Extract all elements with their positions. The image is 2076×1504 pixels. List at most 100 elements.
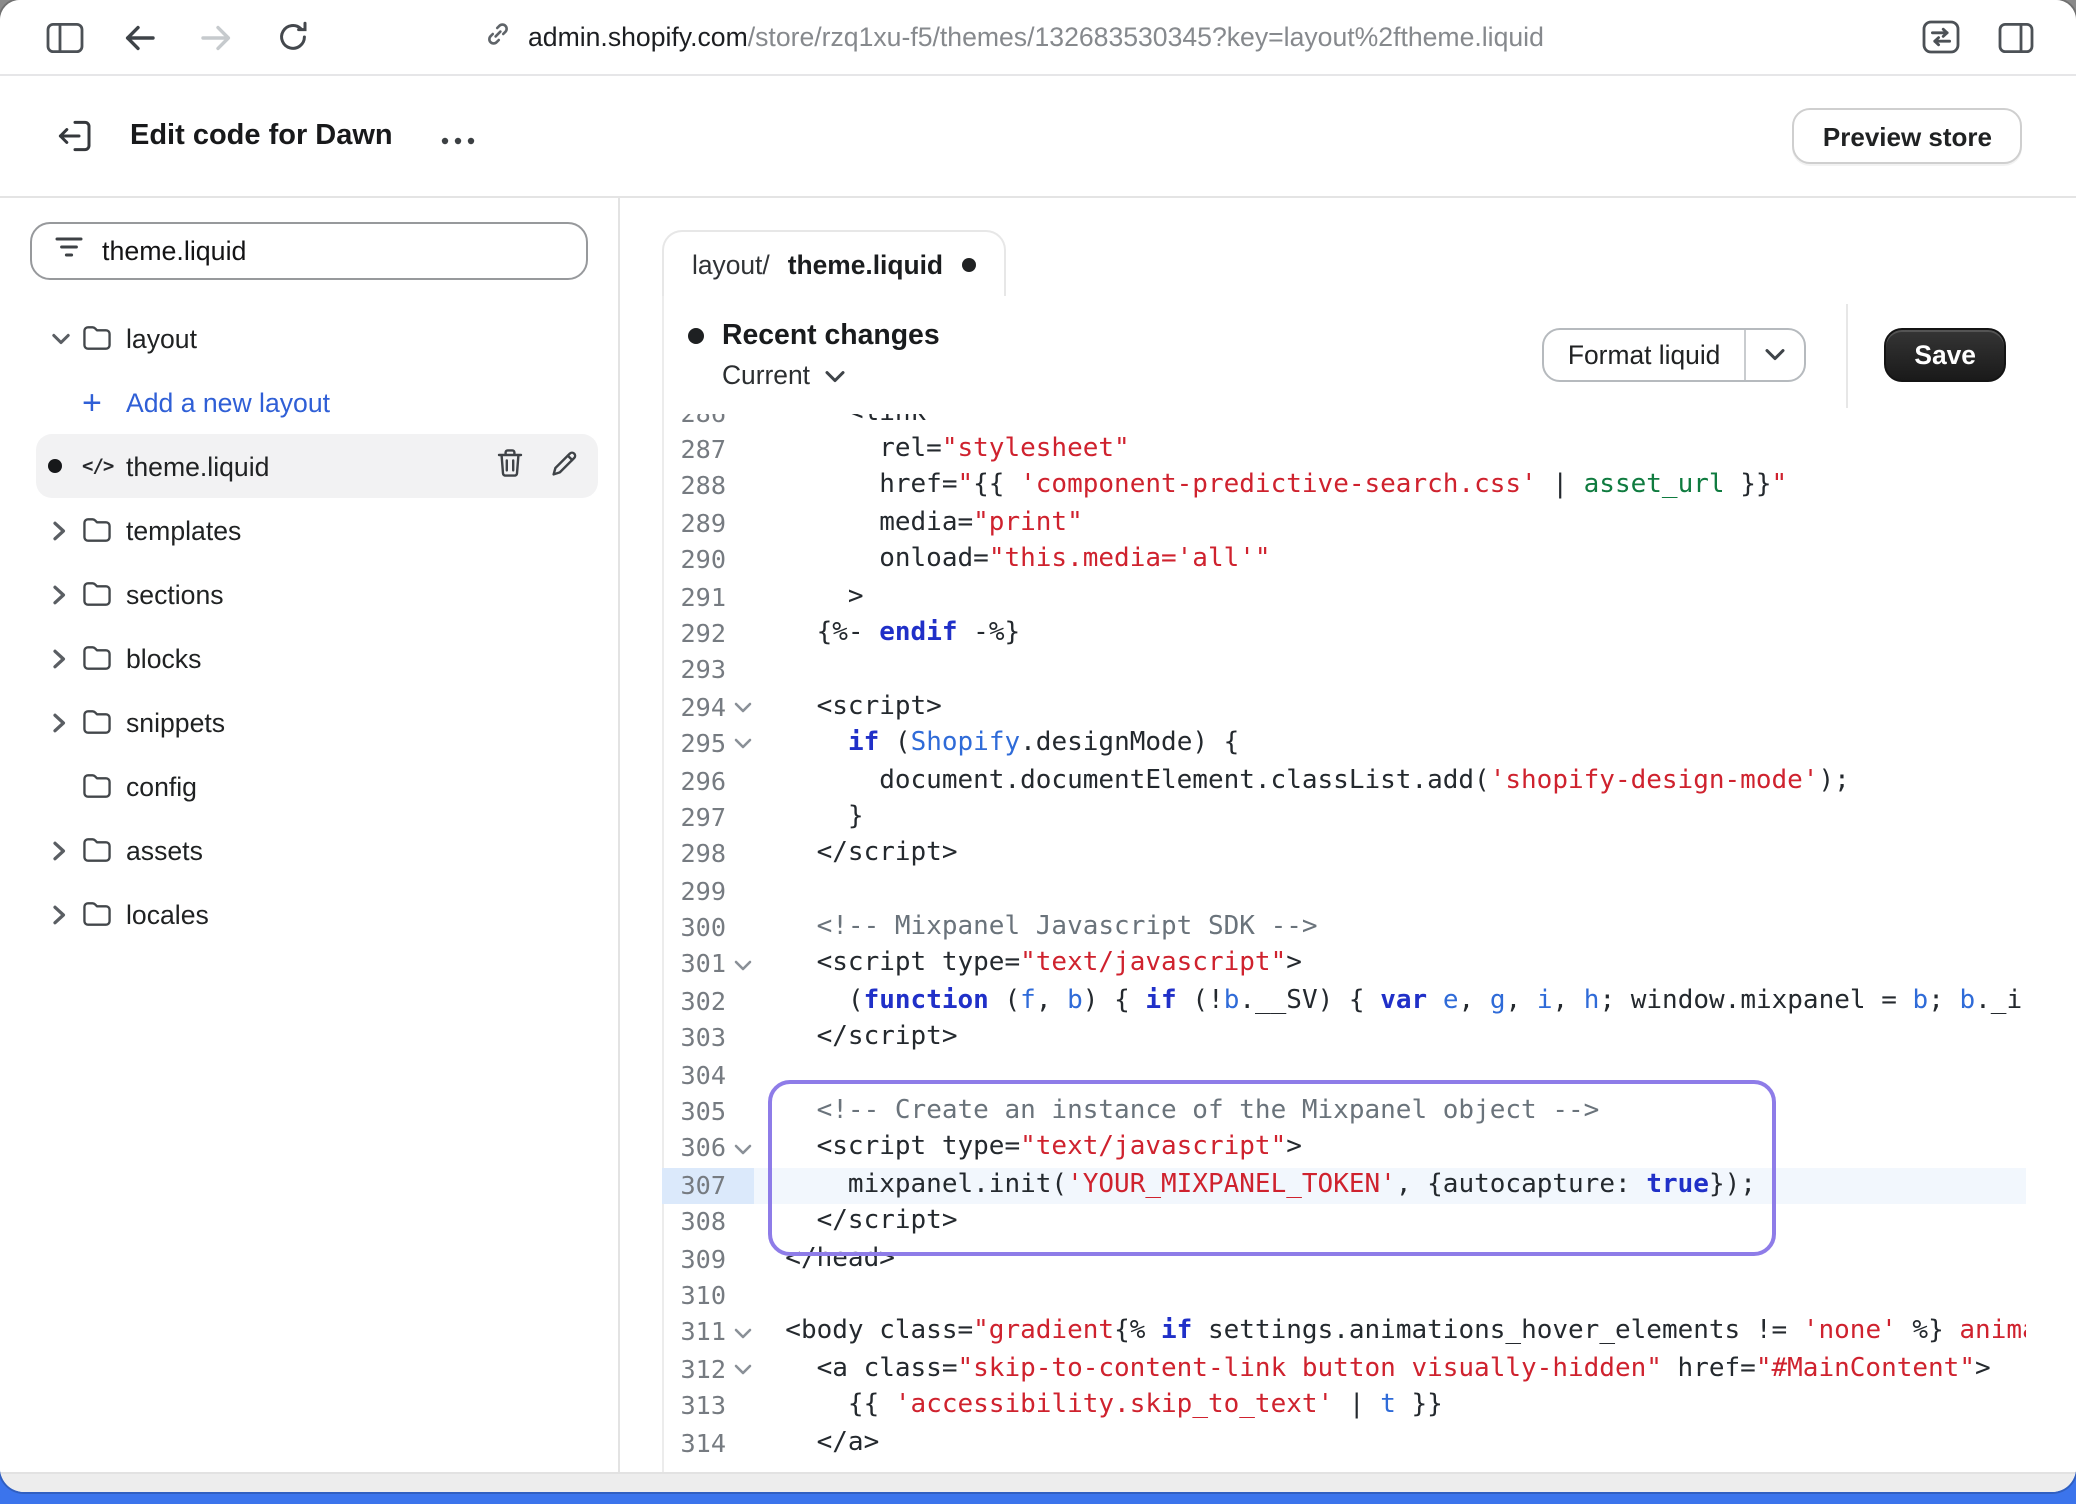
chevron-right-icon[interactable] xyxy=(50,711,82,733)
code-line-308[interactable]: 308 </script> xyxy=(662,1204,2026,1241)
save-button[interactable]: Save xyxy=(1884,328,2006,382)
fold-chevron-icon[interactable] xyxy=(730,726,754,763)
code-line-289[interactable]: 289 media="print" xyxy=(662,506,2026,543)
format-liquid-label: Format liquid xyxy=(1544,340,1744,370)
rename-file-icon[interactable] xyxy=(550,449,578,483)
url-bar[interactable]: admin.shopify.com/store/rzq1xu-f5/themes… xyxy=(484,20,1544,54)
tree-item-label: layout xyxy=(126,323,197,353)
file-search-input[interactable] xyxy=(102,236,564,266)
code-line-295[interactable]: 295 if (Shopify.designMode) { xyxy=(662,726,2026,763)
line-number: 298 xyxy=(662,837,730,874)
tree-item-label: locales xyxy=(126,899,209,929)
code-text: (function (f, b) { if (!b.__SV) { var e,… xyxy=(754,984,2026,1021)
chevron-right-icon[interactable] xyxy=(50,903,82,925)
code-line-290[interactable]: 290 onload="this.media='all'" xyxy=(662,542,2026,579)
plus-icon: + xyxy=(82,385,126,419)
code-line-300[interactable]: 300 <!-- Mixpanel Javascript SDK --> xyxy=(662,910,2026,947)
file-search-box[interactable] xyxy=(30,222,588,280)
code-line-302[interactable]: 302 (function (f, b) { if (!b.__SV) { va… xyxy=(662,984,2026,1021)
code-line-303[interactable]: 303 </script> xyxy=(662,1021,2026,1058)
recent-changes-label: Recent changes xyxy=(722,320,940,352)
fold-chevron-icon[interactable] xyxy=(730,689,754,726)
code-line-296[interactable]: 296 document.documentElement.classList.a… xyxy=(662,763,2026,800)
code-line-301[interactable]: 301 <script type="text/javascript"> xyxy=(662,947,2026,984)
tab-theme-liquid[interactable]: layout/theme.liquid xyxy=(662,230,1005,296)
sidebar-item-layout[interactable]: layout xyxy=(36,306,598,370)
reload-icon[interactable] xyxy=(268,13,316,61)
code-line-294[interactable]: 294 <script> xyxy=(662,689,2026,726)
back-icon[interactable] xyxy=(116,13,164,61)
code-text: if (Shopify.designMode) { xyxy=(754,726,2026,763)
code-line-297[interactable]: 297 } xyxy=(662,800,2026,837)
tree-item-label: assets xyxy=(126,835,203,865)
fold-spacer xyxy=(730,1278,754,1315)
preview-store-button[interactable]: Preview store xyxy=(1793,108,2022,164)
code-line-304[interactable]: 304 xyxy=(662,1057,2026,1094)
fold-spacer xyxy=(730,1094,754,1131)
code-text xyxy=(754,1278,2026,1315)
fold-spacer xyxy=(730,763,754,800)
profile-switch-icon[interactable] xyxy=(1916,13,1964,61)
code-text: <!-- Mixpanel Javascript SDK --> xyxy=(754,910,2026,947)
code-line-293[interactable]: 293 xyxy=(662,653,2026,690)
code-line-311[interactable]: 311 <body class="gradient{% if settings.… xyxy=(662,1315,2026,1352)
fold-spacer xyxy=(730,432,754,469)
sidebar-item-snippets[interactable]: snippets xyxy=(36,690,598,754)
sidebar-item-blocks[interactable]: blocks xyxy=(36,626,598,690)
url-text: admin.shopify.com/store/rzq1xu-f5/themes… xyxy=(528,22,1544,52)
fold-chevron-icon[interactable] xyxy=(730,947,754,984)
fold-chevron-icon[interactable] xyxy=(730,1315,754,1352)
line-number: 308 xyxy=(662,1204,730,1241)
fold-spacer xyxy=(730,800,754,837)
sidebar-item-config[interactable]: config xyxy=(36,754,598,818)
code-line-286[interactable]: 286 <link xyxy=(662,414,2026,432)
tab-path-prefix: layout/ xyxy=(692,249,770,279)
recent-changes-header: Recent changes xyxy=(688,320,940,352)
fold-chevron-icon[interactable] xyxy=(730,1131,754,1168)
code-line-288[interactable]: 288 href="{{ 'component-predictive-searc… xyxy=(662,469,2026,506)
code-line-313[interactable]: 313 {{ 'accessibility.skip_to_text' | t … xyxy=(662,1388,2026,1425)
sidebar-item-templates[interactable]: templates xyxy=(36,498,598,562)
fold-spacer xyxy=(730,616,754,653)
code-text xyxy=(754,1057,2026,1094)
filter-icon xyxy=(54,233,84,269)
sidebar-item-theme-liquid[interactable]: </>theme.liquid xyxy=(36,434,598,498)
chevron-right-icon[interactable] xyxy=(50,519,82,541)
split-view-icon[interactable] xyxy=(1992,13,2040,61)
code-line-305[interactable]: 305 <!-- Create an instance of the Mixpa… xyxy=(662,1094,2026,1131)
exit-code-editor-button[interactable] xyxy=(56,118,94,154)
format-liquid-button[interactable]: Format liquid xyxy=(1542,328,1806,382)
forward-icon[interactable] xyxy=(192,13,240,61)
delete-file-icon[interactable] xyxy=(496,448,524,484)
code-editor[interactable]: 286 <link287 rel="stylesheet"288 href="{… xyxy=(662,414,2026,1472)
code-line-309[interactable]: 309 </head> xyxy=(662,1241,2026,1278)
version-select[interactable]: Current xyxy=(722,360,940,390)
fold-spacer xyxy=(730,1241,754,1278)
sidebar-toggle-icon[interactable] xyxy=(40,13,88,61)
chevron-right-icon[interactable] xyxy=(50,647,82,669)
chevron-down-icon[interactable] xyxy=(50,329,82,347)
line-number: 292 xyxy=(662,616,730,653)
more-actions-button[interactable] xyxy=(441,127,477,145)
chevron-right-icon[interactable] xyxy=(50,583,82,605)
code-line-292[interactable]: 292 {%- endif -%} xyxy=(662,616,2026,653)
sidebar-add-layout-link[interactable]: +Add a new layout xyxy=(36,370,598,434)
code-line-287[interactable]: 287 rel="stylesheet" xyxy=(662,432,2026,469)
fold-chevron-icon[interactable] xyxy=(730,1352,754,1389)
code-line-312[interactable]: 312 <a class="skip-to-content-link butto… xyxy=(662,1352,2026,1389)
code-line-298[interactable]: 298 </script> xyxy=(662,837,2026,874)
sidebar-item-sections[interactable]: sections xyxy=(36,562,598,626)
code-line-306[interactable]: 306 <script type="text/javascript"> xyxy=(662,1131,2026,1168)
code-line-310[interactable]: 310 xyxy=(662,1278,2026,1315)
changes-dot xyxy=(688,328,704,344)
code-line-291[interactable]: 291 > xyxy=(662,579,2026,616)
format-options-chevron[interactable] xyxy=(1746,348,1804,362)
browser-window: admin.shopify.com/store/rzq1xu-f5/themes… xyxy=(0,0,2076,1492)
sidebar-item-locales[interactable]: locales xyxy=(36,882,598,946)
code-line-307[interactable]: 307 mixpanel.init('YOUR_MIXPANEL_TOKEN',… xyxy=(662,1168,2026,1205)
code-line-299[interactable]: 299 xyxy=(662,873,2026,910)
code-line-314[interactable]: 314 </a> xyxy=(662,1425,2026,1462)
sidebar-item-assets[interactable]: assets xyxy=(36,818,598,882)
chevron-right-icon[interactable] xyxy=(50,839,82,861)
editor-toolbar: Recent changes Current Format liquid xyxy=(620,296,2076,414)
